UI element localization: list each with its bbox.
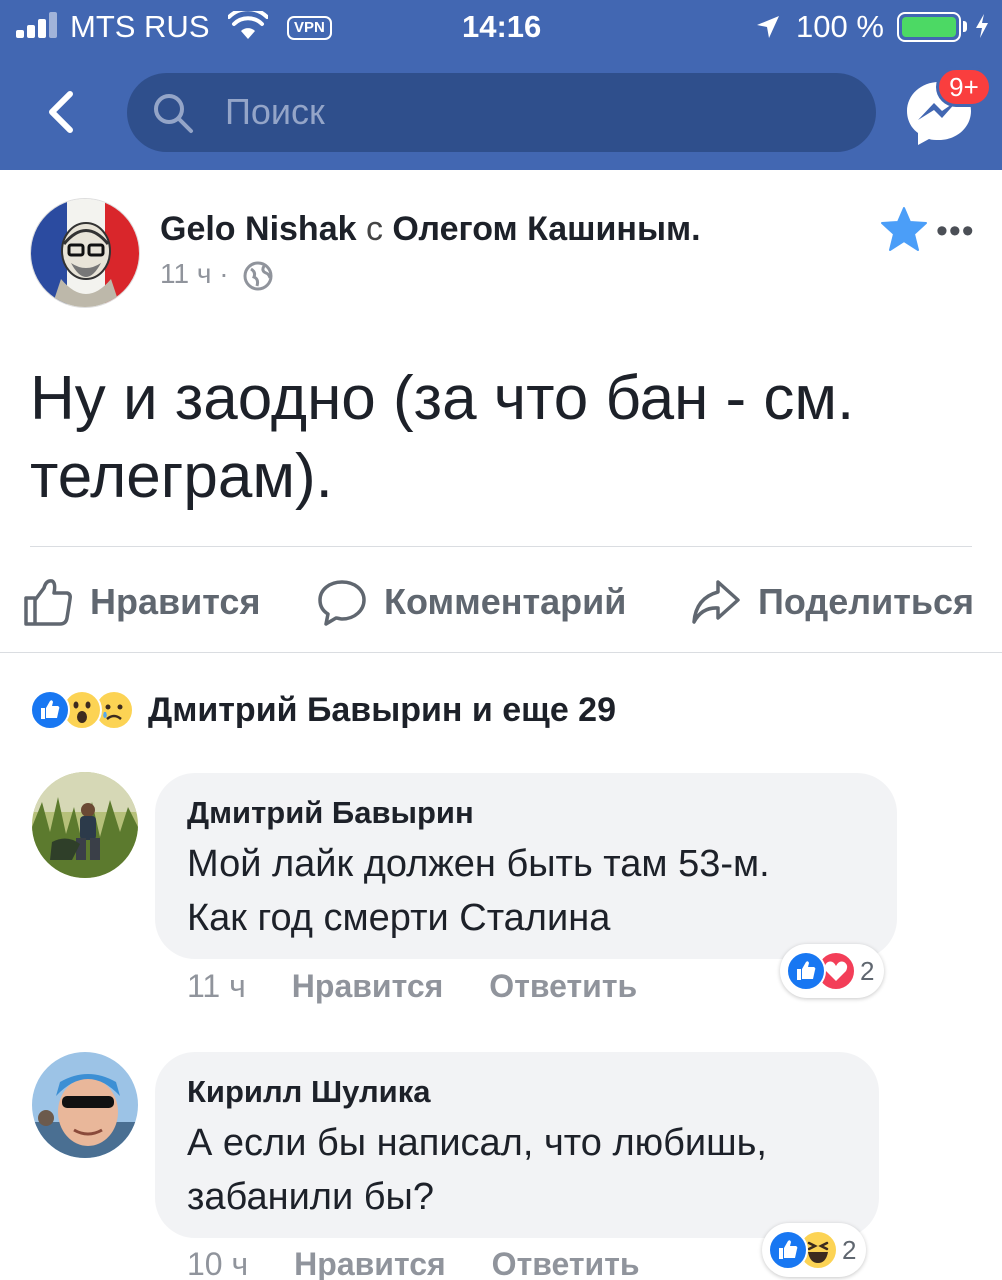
search-icon xyxy=(154,94,193,133)
divider xyxy=(30,546,972,547)
reactions-count: 2 xyxy=(860,955,875,986)
comment-text-line: А если бы написал, что любишь, xyxy=(187,1122,767,1164)
clock: 14:16 xyxy=(462,9,542,44)
comment-bubble: Дмитрий Бавырин Мой лайк должен быть там… xyxy=(155,773,897,959)
comment-like-button[interactable]: Нравится xyxy=(292,968,444,1005)
reactions-summary-text: Дмитрий Бавырин и еще 29 xyxy=(148,690,616,729)
post-meta: 11 ч · xyxy=(160,258,274,292)
location-arrow-icon xyxy=(757,16,779,38)
comment-text: А если бы написал, что любишь, забанили … xyxy=(187,1116,847,1224)
reactions-summary[interactable]: Дмитрий Бавырин и еще 29 xyxy=(30,686,616,734)
commenter-name[interactable]: Дмитрий Бавырин xyxy=(187,795,865,831)
notification-badge: 9+ xyxy=(936,67,992,107)
share-button[interactable]: Поделиться xyxy=(690,572,974,632)
like-icon xyxy=(768,1230,808,1270)
battery-icon xyxy=(897,12,961,42)
carrier-label: MTS RUS xyxy=(70,9,210,44)
comment-reply-button[interactable]: Ответить xyxy=(489,968,637,1005)
battery-percent: 100 % xyxy=(796,9,884,44)
top-navigation-bar: MTS RUS VPN 14:16 100 % Поиск 9+ xyxy=(0,0,1002,170)
comment-label: Комментарий xyxy=(384,581,627,622)
comment-text-line: Как год смерти Сталина xyxy=(187,897,611,939)
search-placeholder: Поиск xyxy=(225,91,325,132)
globe-icon xyxy=(243,261,273,291)
back-button[interactable] xyxy=(40,90,84,134)
reactions-count: 2 xyxy=(842,1234,857,1265)
author-avatar[interactable] xyxy=(30,198,140,308)
comment-bubble: Кирилл Шулика А если бы написал, что люб… xyxy=(155,1052,879,1238)
thumbs-up-icon xyxy=(24,579,72,626)
post-actions: Нравится Комментарий Поделиться xyxy=(0,572,1002,632)
comment-text-line: забанили бы? xyxy=(187,1176,434,1218)
comment-button[interactable]: Комментарий xyxy=(316,572,626,632)
post-text-line: телеграм). xyxy=(30,442,333,511)
commenter-name[interactable]: Кирилл Шулика xyxy=(187,1074,847,1110)
comment-reactions[interactable]: 2 xyxy=(780,944,885,998)
wifi-icon xyxy=(228,11,268,39)
comment-text-line: Мой лайк должен быть там 53-м. xyxy=(187,843,770,885)
post-author-line: Gelo Nishak с Олегом Кашиным. xyxy=(160,210,701,249)
divider xyxy=(0,652,1002,653)
comment-reactions[interactable]: 2 xyxy=(762,1223,867,1277)
like-label: Нравится xyxy=(90,581,261,622)
comment-meta: 11 ч Нравится Ответить xyxy=(187,968,683,1005)
post-text: Ну и заодно (за что бан - см. телеграм). xyxy=(30,360,980,516)
comment-reply-button[interactable]: Ответить xyxy=(492,1246,640,1280)
comment-time: 10 ч xyxy=(187,1246,249,1280)
like-icon xyxy=(30,690,70,730)
favorite-star-button[interactable] xyxy=(880,206,928,252)
commenter-avatar[interactable] xyxy=(32,772,138,878)
post-text-line: Ну и заодно (за что бан - см. xyxy=(30,364,855,433)
comment-meta: 10 ч Нравится Ответить xyxy=(187,1246,686,1280)
more-options-button[interactable]: ••• xyxy=(936,212,975,251)
star-icon xyxy=(881,207,927,251)
charging-icon xyxy=(976,14,988,38)
comment-text: Мой лайк должен быть там 53-м. Как год с… xyxy=(187,837,865,945)
author-name[interactable]: Gelo Nishak xyxy=(160,210,357,248)
share-icon xyxy=(692,580,740,624)
with-word: с xyxy=(365,210,383,248)
status-bar: MTS RUS VPN 14:16 100 % xyxy=(0,0,1002,54)
search-input[interactable]: Поиск xyxy=(127,73,876,152)
tagged-person[interactable]: Олегом Кашиным. xyxy=(392,210,700,248)
like-icon xyxy=(786,951,826,991)
comment-like-button[interactable]: Нравится xyxy=(294,1246,446,1280)
comment-time: 11 ч xyxy=(187,968,246,1004)
like-button[interactable]: Нравится xyxy=(22,572,260,632)
vpn-badge: VPN xyxy=(287,16,332,40)
commenter-avatar[interactable] xyxy=(32,1052,138,1158)
post-time[interactable]: 11 ч · xyxy=(160,258,229,289)
signal-icon xyxy=(16,12,62,38)
comment-icon xyxy=(318,580,366,626)
share-label: Поделиться xyxy=(758,581,975,622)
chevron-left-icon xyxy=(49,91,73,133)
